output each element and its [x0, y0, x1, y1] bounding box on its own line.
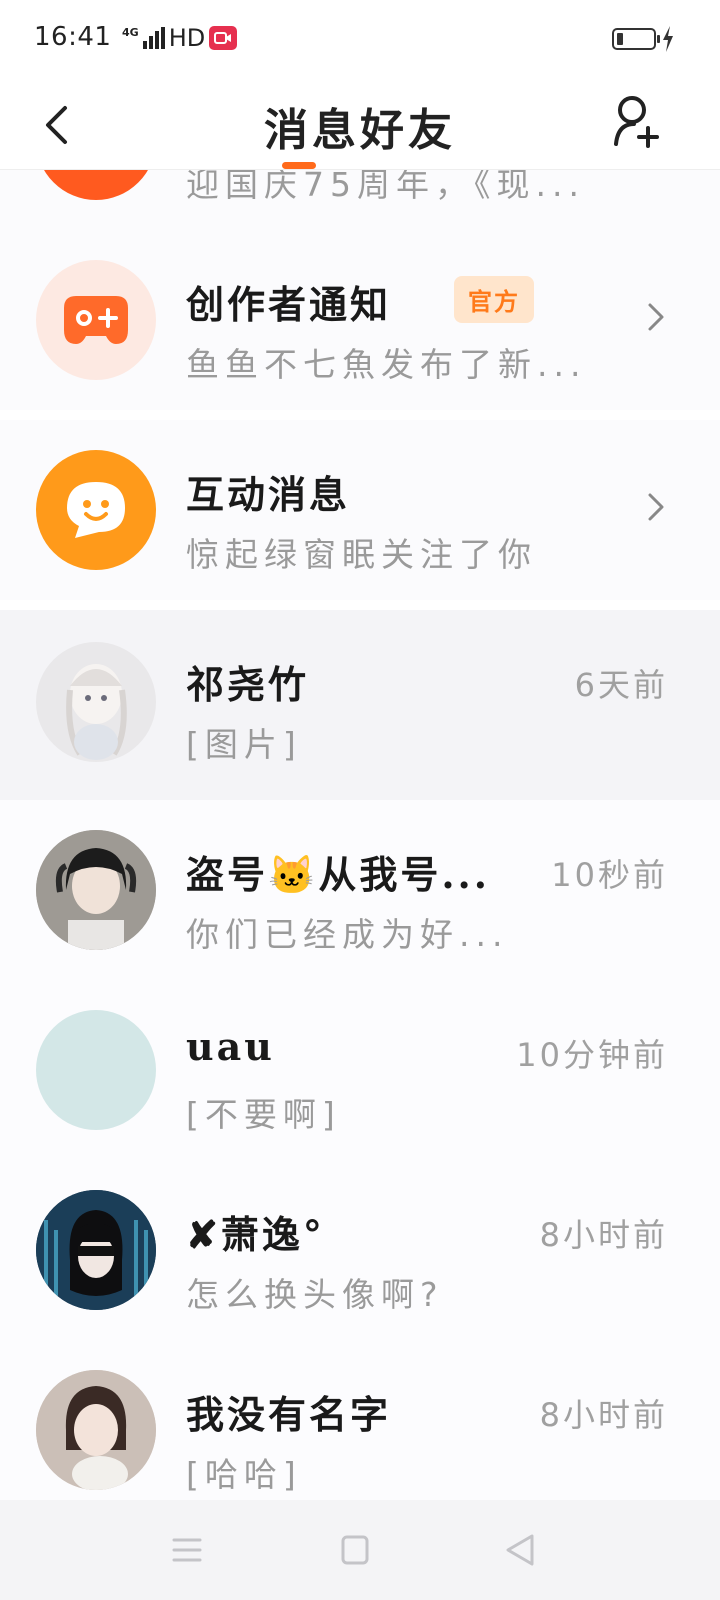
list-item[interactable]: uau 10分钟前 [不要啊]: [0, 980, 720, 1160]
network-indicator: 4G HD: [122, 24, 238, 52]
message-time: 10秒前: [551, 856, 668, 894]
screen-record-icon: [209, 26, 238, 50]
tab-indicator: [282, 162, 316, 169]
avatar: [36, 1370, 156, 1490]
chevron-right-icon: [648, 303, 664, 331]
battery-icon: [612, 28, 660, 50]
list-item[interactable]: 迎国庆75周年，《现...: [0, 170, 720, 230]
contact-name: 祁尧竹: [186, 662, 310, 707]
list-item[interactable]: ✘萧逸° 8小时前 怎么换头像啊?: [0, 1160, 720, 1340]
add-user-icon: [614, 96, 659, 148]
system-nav-bar: [0, 1500, 720, 1600]
avatar: [36, 450, 156, 570]
conversation-list[interactable]: 迎国庆75周年，《现... 创作者通知 官方 鱼鱼不七魚发布了新... 互动消息…: [0, 170, 720, 1500]
status-time: 16:41: [34, 22, 112, 52]
menu-nav-button[interactable]: [172, 1530, 202, 1574]
network-type: 4G: [122, 25, 139, 39]
status-bar: 16:41 4G HD: [0, 0, 720, 80]
contact-name: 盗号🐱从我号...: [186, 852, 491, 897]
message-time: 8小时前: [539, 1396, 668, 1434]
list-item-interactions[interactable]: 互动消息 惊起绿窗眠关注了你: [0, 420, 720, 600]
message-preview: 你们已经成为好...: [186, 915, 509, 954]
back-nav-button[interactable]: [504, 1530, 536, 1574]
message-preview: 鱼鱼不七魚发布了新...: [186, 345, 587, 384]
avatar: [36, 170, 156, 200]
message-preview: [图片]: [186, 725, 302, 764]
message-time: 6天前: [574, 666, 668, 704]
message-time: 10分钟前: [516, 1036, 668, 1074]
gamepad-icon: [64, 296, 128, 344]
chat-bubble-icon: [67, 482, 125, 538]
list-item[interactable]: 盗号🐱从我号... 10秒前 你们已经成为好...: [0, 800, 720, 980]
charging-icon: [663, 26, 673, 52]
list-item-creator-notice[interactable]: 创作者通知 官方 鱼鱼不七魚发布了新...: [0, 230, 720, 410]
message-preview: [哈哈]: [186, 1455, 302, 1494]
chevron-right-icon: [648, 493, 664, 521]
message-time: 8小时前: [539, 1216, 668, 1254]
square-icon: [341, 1535, 369, 1565]
avatar: [36, 1190, 156, 1310]
menu-icon: [172, 1538, 202, 1562]
message-preview: 怎么换头像啊?: [186, 1275, 444, 1314]
message-preview: [不要啊]: [186, 1095, 341, 1134]
header: 消息好友: [0, 80, 720, 170]
contact-name: ✘萧逸°: [186, 1212, 325, 1257]
message-preview: 惊起绿窗眠关注了你: [186, 535, 537, 574]
contact-name: 互动消息: [186, 472, 351, 517]
signal-icon: [142, 27, 165, 49]
contact-name: 我没有名字: [186, 1392, 392, 1437]
avatar: [36, 1010, 156, 1130]
list-item[interactable]: 我没有名字 8小时前 [哈哈]: [0, 1340, 720, 1500]
hd-label: HD: [168, 24, 206, 52]
avatar: [36, 260, 156, 380]
list-item[interactable]: 祁尧竹 6天前 [图片]: [0, 610, 720, 800]
contact-name: 创作者通知: [186, 282, 392, 327]
triangle-back-icon: [506, 1534, 534, 1566]
avatar: [36, 642, 156, 762]
official-badge: 官方: [454, 276, 534, 323]
avatar: [36, 830, 156, 950]
message-preview: 迎国庆75周年，《现...: [186, 170, 585, 204]
contact-name: uau: [186, 1024, 275, 1069]
add-friend-button[interactable]: [612, 94, 664, 150]
home-nav-button[interactable]: [340, 1530, 370, 1574]
